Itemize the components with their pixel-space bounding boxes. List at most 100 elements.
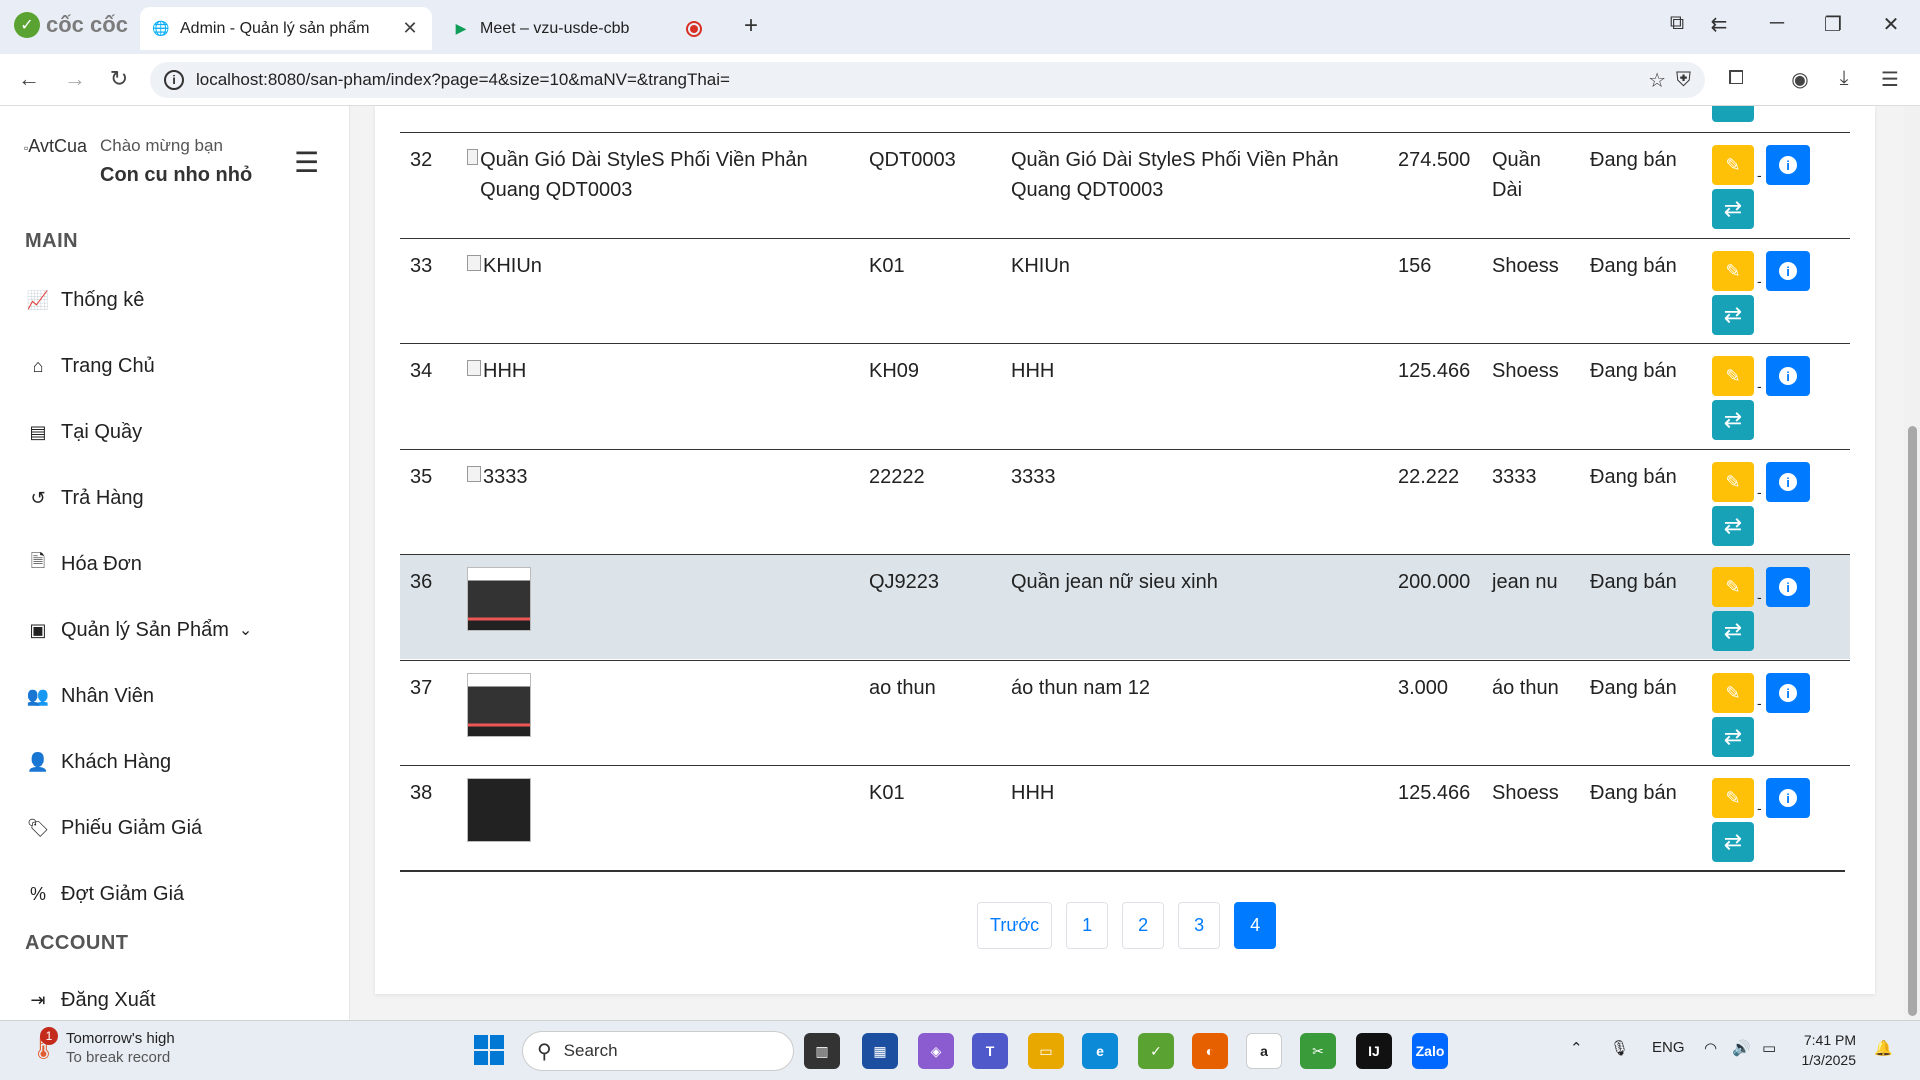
cast-icon[interactable]: ⧉ xyxy=(1662,12,1692,35)
coccoc-taskbar-icon[interactable]: ✓ xyxy=(1138,1033,1174,1069)
swap-button[interactable]: ⇄ xyxy=(1712,611,1754,651)
swap-button[interactable]: ⇄ xyxy=(1712,295,1754,335)
snipping-tool-icon[interactable]: ✂ xyxy=(1300,1033,1336,1069)
sidebar-item-dot-giam-gia[interactable]: % Đợt Giảm Giá xyxy=(25,874,325,914)
amazon-icon[interactable]: a xyxy=(1246,1033,1282,1069)
minimize-icon[interactable]: ─ xyxy=(1762,12,1792,35)
forward-icon[interactable]: → xyxy=(60,66,90,92)
edit-button[interactable]: ✎ xyxy=(1712,673,1754,713)
taskbar-search[interactable]: ⚲ Search xyxy=(522,1031,794,1071)
greeting: Chào mừng bạn xyxy=(100,136,223,155)
url-input[interactable]: i localhost:8080/san-pham/index?page=4&s… xyxy=(150,62,1705,98)
cell-loai: Shoess xyxy=(1492,782,1559,804)
page-1-button[interactable]: 1 xyxy=(1066,902,1109,949)
profile-icon[interactable]: ◉ xyxy=(1786,67,1814,92)
tab-meet[interactable]: ▶ Meet – vzu-usde-cbb xyxy=(440,7,730,50)
bookmark-star-icon[interactable]: ☆ xyxy=(1648,68,1666,93)
url-text: localhost:8080/san-pham/index?page=4&siz… xyxy=(196,70,730,89)
sidebar-item-quan-ly-san-pham[interactable]: ▣ Quản lý Sản Phẩm ⌄ xyxy=(25,610,325,650)
product-thumbnail xyxy=(467,673,531,737)
info-button[interactable]: i xyxy=(1766,778,1810,818)
back-icon[interactable]: ← xyxy=(14,66,44,92)
sidebar-item-thong-ke[interactable]: 📈 Thống kê xyxy=(25,280,325,320)
hamburger-icon[interactable]: ☰ xyxy=(294,146,319,179)
edit-button[interactable]: ✎ xyxy=(1712,778,1754,818)
page-4-button[interactable]: 4 xyxy=(1234,902,1277,949)
chevron-down-icon: ⌄ xyxy=(238,622,253,639)
sidebar-item-logout[interactable]: ⇥ Đăng Xuất xyxy=(25,980,325,1020)
weather-widget[interactable]: 🌡 1 Tomorrow's high To break record xyxy=(28,1027,175,1067)
row-actions: ✎ - i ⇄ xyxy=(1712,356,1822,441)
sidebar-item-tai-quay[interactable]: ▤ Tại Quầy xyxy=(25,412,325,452)
task-view-icon[interactable]: ▥ xyxy=(804,1033,840,1069)
sidebar-item-trang-chu[interactable]: ⌂ Trang Chủ xyxy=(25,346,325,386)
swap-button[interactable]: ⇄ xyxy=(1712,400,1754,440)
sidebar-item-nhan-vien[interactable]: 👥 Nhân Viên xyxy=(25,676,325,716)
intellij-icon[interactable]: IJ xyxy=(1356,1033,1392,1069)
firefox-icon[interactable]: ◐ xyxy=(1192,1033,1228,1069)
language-indicator[interactable]: ENG xyxy=(1652,1039,1685,1056)
battery-icon[interactable]: ▭ xyxy=(1762,1039,1776,1057)
swap-button[interactable]: ⇄ xyxy=(1712,189,1754,229)
info-button[interactable]: i xyxy=(1766,251,1810,291)
tab-admin[interactable]: 🌐 Admin - Quản lý sản phẩm ✕ xyxy=(140,7,432,50)
info-button[interactable]: i xyxy=(1766,462,1810,502)
sidebar-item-khach-hang[interactable]: 👤 Khách Hàng xyxy=(25,742,325,782)
page-3-button[interactable]: 3 xyxy=(1178,902,1221,949)
broken-image-icon xyxy=(467,466,481,482)
teams-icon[interactable]: T xyxy=(972,1033,1008,1069)
info-button[interactable]: i xyxy=(1766,145,1810,185)
info-button[interactable]: i xyxy=(1766,356,1810,396)
cash-register-icon: ▤ xyxy=(29,421,47,442)
back-history-icon[interactable]: ⇇ xyxy=(1704,12,1734,37)
prev-page-button[interactable]: Trước xyxy=(977,902,1053,949)
store-icon[interactable]: ▦ xyxy=(862,1033,898,1069)
edge-icon[interactable]: e xyxy=(1082,1033,1118,1069)
sidebar-item-tra-hang[interactable]: ↺ Trả Hàng xyxy=(25,478,325,518)
info-button[interactable]: i xyxy=(1766,673,1810,713)
clock[interactable]: 7:41 PM 1/3/2025 xyxy=(1800,1030,1857,1070)
file-explorer-icon[interactable]: ▭ xyxy=(1028,1033,1064,1069)
windows-start-icon[interactable] xyxy=(474,1035,504,1065)
edit-button[interactable]: ✎ xyxy=(1712,567,1754,607)
zalo-icon[interactable]: Zalo xyxy=(1412,1033,1448,1069)
reload-icon[interactable]: ↻ xyxy=(104,66,134,92)
edit-button[interactable]: ✎ xyxy=(1712,462,1754,502)
site-info-icon[interactable]: i xyxy=(164,70,184,90)
sidebar-item-label: Nhân Viên xyxy=(61,684,155,707)
copilot-icon[interactable]: ◈ xyxy=(918,1033,954,1069)
menu-icon[interactable]: ☰ xyxy=(1876,67,1904,92)
download-icon[interactable]: ⤓ xyxy=(1830,67,1858,90)
edit-button[interactable]: ✎ xyxy=(1712,145,1754,185)
new-tab-icon[interactable]: + xyxy=(744,12,758,40)
volume-icon[interactable]: 🔊 xyxy=(1732,1039,1751,1057)
sidebar-item-label: Trả Hàng xyxy=(61,486,144,509)
sidebar-item-hoa-don[interactable]: 🗎 Hóa Đơn xyxy=(25,544,325,584)
swap-button[interactable]: ⇄ xyxy=(1712,506,1754,546)
broken-image-icon xyxy=(467,149,479,165)
page-2-button[interactable]: 2 xyxy=(1122,902,1165,949)
browser-brand[interactable]: ✓ cốc cốc xyxy=(14,12,128,38)
shield-icon[interactable]: ⛨ xyxy=(1676,69,1691,92)
cell-ma: 22222 xyxy=(869,466,925,488)
restore-icon[interactable]: ❐ xyxy=(1818,12,1848,37)
info-button[interactable]: i xyxy=(1766,567,1810,607)
scrollbar-thumb[interactable] xyxy=(1908,426,1917,1016)
swap-button-partial[interactable] xyxy=(1712,106,1754,122)
edit-button[interactable]: ✎ xyxy=(1712,356,1754,396)
close-tab-icon[interactable]: ✕ xyxy=(400,18,420,39)
notification-bell-icon[interactable]: 🔔 xyxy=(1874,1039,1893,1057)
info-icon: i xyxy=(1779,578,1797,596)
chevron-up-icon[interactable]: ⌃ xyxy=(1570,1039,1583,1057)
page-scrollbar[interactable] xyxy=(1904,106,1920,1020)
product-image: Quần Gió Dài StyleS Phối Viền Phản Quang… xyxy=(467,145,847,205)
microphone-icon[interactable]: 🎙 xyxy=(1610,1039,1629,1057)
sidebar-item-phieu-giam-gia[interactable]: 🏷 Phiếu Giảm Giá xyxy=(25,808,325,848)
edit-button[interactable]: ✎ xyxy=(1712,251,1754,291)
swap-button[interactable]: ⇄ xyxy=(1712,822,1754,862)
close-window-icon[interactable]: ✕ xyxy=(1876,12,1906,37)
extensions-icon[interactable]: ⧠ xyxy=(1722,67,1750,90)
wifi-icon[interactable]: ◠ xyxy=(1704,1039,1717,1057)
swap-button[interactable]: ⇄ xyxy=(1712,717,1754,757)
address-bar: ← → ↻ i localhost:8080/san-pham/index?pa… xyxy=(0,54,1920,106)
